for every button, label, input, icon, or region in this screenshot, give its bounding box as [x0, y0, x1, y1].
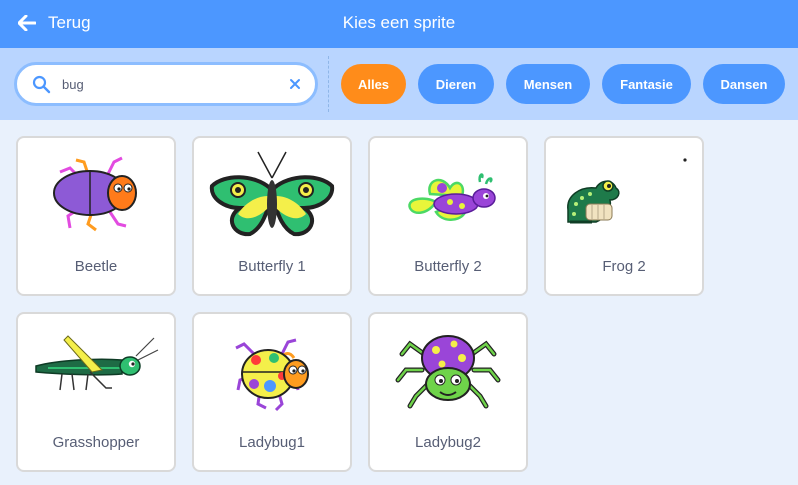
header-bar: Terug Kies een sprite — [0, 0, 798, 48]
sprite-card-butterfly-2[interactable]: Butterfly 2 — [368, 136, 528, 296]
spider-bug-icon — [395, 335, 501, 409]
tag-dieren[interactable]: Dieren — [418, 64, 494, 104]
sprite-name: Butterfly 1 — [238, 258, 306, 275]
sprite-name: Ladybug1 — [239, 434, 305, 451]
grasshopper-icon — [35, 335, 159, 391]
ladybug-icon — [235, 338, 309, 412]
sprite-name: Butterfly 2 — [414, 258, 482, 275]
divider — [328, 56, 329, 112]
sprite-card-ladybug1[interactable]: Ladybug1 — [192, 312, 352, 472]
beetle-icon — [53, 156, 137, 232]
butterfly-icon — [209, 151, 335, 237]
search-input[interactable] — [62, 74, 282, 94]
tag-alles[interactable]: Alles — [341, 64, 406, 104]
sprite-card-ladybug2[interactable]: Ladybug2 — [368, 312, 528, 472]
sprite-card-beetle[interactable]: Beetle — [16, 136, 176, 296]
page-title: Kies een sprite — [342, 13, 456, 32]
sprite-card-frog-2[interactable]: Frog 2 — [544, 136, 704, 296]
tag-mensen[interactable]: Mensen — [506, 64, 590, 104]
tag-fantasie[interactable]: Fantasie — [602, 64, 691, 104]
sprite-name: Beetle — [74, 258, 118, 275]
sprite-name: Ladybug2 — [415, 434, 481, 451]
sprite-grid: Beetle Butterfly 1 Butterfly 2 Frog 2 Gr… — [0, 120, 798, 485]
sprite-name: Frog 2 — [602, 258, 646, 275]
close-icon[interactable] — [289, 78, 301, 90]
search-box — [14, 62, 318, 106]
sprite-card-grasshopper[interactable]: Grasshopper — [16, 312, 176, 472]
butterfly-icon — [408, 173, 496, 221]
sprite-card-butterfly-1[interactable]: Butterfly 1 — [192, 136, 352, 296]
frog-icon — [567, 158, 687, 224]
tag-dansen[interactable]: Dansen — [703, 64, 785, 104]
sprite-name: Grasshopper — [52, 434, 140, 451]
search-icon — [32, 75, 51, 94]
filter-bar: Alles Dieren Mensen Fantasie Dansen — [0, 48, 798, 120]
